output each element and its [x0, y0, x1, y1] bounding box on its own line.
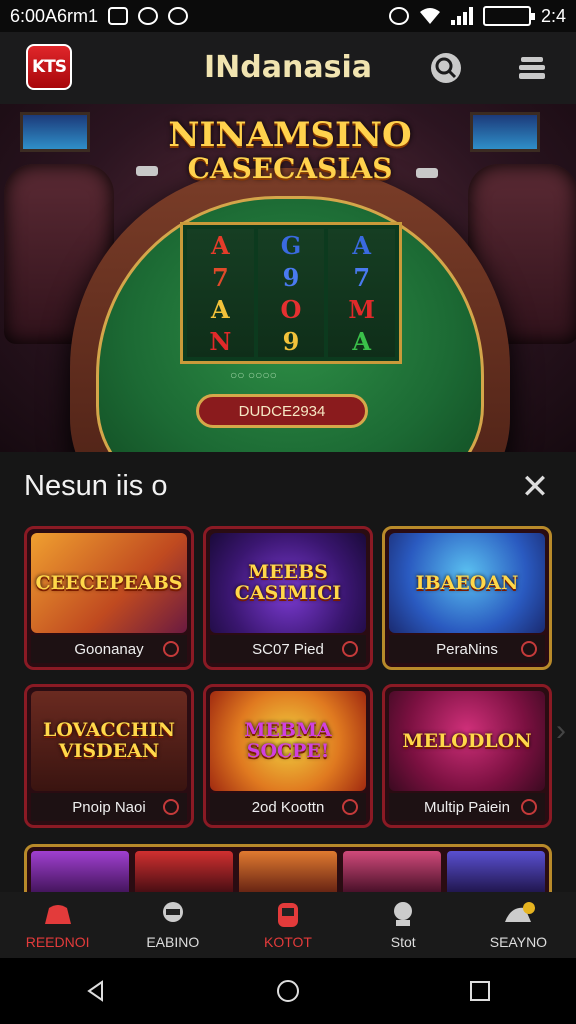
info-icon[interactable]: [163, 641, 179, 657]
game-thumb[interactable]: [239, 851, 337, 892]
info-icon[interactable]: [163, 799, 179, 815]
back-button[interactable]: [76, 971, 116, 1011]
game-art: MEBMA SOCPE!: [210, 691, 366, 791]
signal-icon: [450, 7, 473, 25]
nav-item-home[interactable]: REEDNOI: [0, 892, 115, 958]
app-title: INdanasia: [204, 50, 372, 85]
menu-icon: [519, 57, 545, 79]
info-icon[interactable]: [342, 799, 358, 815]
info-icon[interactable]: [521, 799, 537, 815]
table-markings: ○○ ○○○○: [230, 368, 277, 382]
game-art: LOVACCHIN VISDEAN: [31, 691, 187, 791]
game-card[interactable]: IBAEOAN PeraNins: [382, 526, 552, 670]
search-button[interactable]: [428, 50, 464, 86]
status-time: 6:00A6rm1: [10, 5, 99, 26]
game-art: IBAEOAN: [389, 533, 545, 633]
game-label: Pnoip Naoi: [31, 793, 187, 821]
robot-icon: [162, 902, 183, 922]
game-label: 2od Koottn: [210, 793, 366, 821]
game-art: CEECEPEABS: [31, 533, 187, 633]
status-bar: 6:00A6rm1 2:4: [0, 0, 576, 32]
nav-item-slot[interactable]: Stot: [346, 892, 461, 958]
wifi-icon: [419, 8, 440, 24]
chevron-right-icon[interactable]: ›: [556, 714, 566, 748]
hero-title: NINAMSINO CASECASIAS: [168, 115, 412, 185]
bottom-navigation: REEDNOI EABINO KOTOT Stot SEAYNO: [0, 892, 576, 958]
nav-item-seayno[interactable]: SEAYNO: [461, 892, 576, 958]
home-icon: [44, 905, 71, 924]
alarm-icon: [388, 7, 409, 25]
trophy-icon: [394, 902, 413, 926]
game-label: Goonanay: [31, 635, 187, 663]
profile-icon: [505, 902, 536, 922]
hero-banner[interactable]: NINAMSINO CASECASIAS A 7 A N G 9 O 9 A 7…: [0, 104, 576, 452]
nav-item-kotot[interactable]: KOTOT: [230, 892, 345, 958]
home-circle-icon: [277, 980, 299, 1002]
background-screen: [470, 112, 540, 152]
background-screen: [20, 112, 90, 152]
status-clock: 2:4: [540, 5, 566, 26]
game-art: MEEBS CASIMICI: [210, 533, 366, 633]
game-card[interactable]: LOVACCHIN VISDEAN Pnoip Naoi: [24, 684, 194, 828]
game-card[interactable]: MEBMA SOCPE! 2od Koottn: [203, 684, 373, 828]
game-thumb[interactable]: [135, 851, 233, 892]
hero-cta-button[interactable]: DUDCE2934: [196, 394, 368, 428]
game-thumb[interactable]: [343, 851, 441, 892]
reel: A 7 M A: [328, 229, 396, 357]
nav-item-casino[interactable]: EABINO: [115, 892, 230, 958]
slot-machine-icon: [278, 903, 298, 927]
battery-icon: [482, 6, 535, 26]
game-label: PeraNins: [389, 635, 545, 663]
info-icon[interactable]: [521, 641, 537, 657]
game-card[interactable]: CEECEPEABS Goonanay: [24, 526, 194, 670]
reel: A 7 A N: [187, 229, 254, 357]
menu-button[interactable]: [514, 50, 550, 86]
home-button[interactable]: [268, 971, 308, 1011]
system-navigation: [0, 958, 576, 1024]
panel-title: Nesun iis o: [24, 470, 168, 502]
notification-icon: [108, 7, 129, 25]
reel: G 9 O 9: [257, 229, 325, 357]
game-card[interactable]: MEEBS CASIMICI SC07 Pied: [203, 526, 373, 670]
game-grid: CEECEPEABS Goonanay MEEBS CASIMICI SC07 …: [24, 526, 552, 828]
app-notification-icon: [138, 7, 159, 25]
slot-reels: A 7 A N G 9 O 9 A 7 M A: [180, 222, 402, 364]
game-thumb[interactable]: [31, 851, 129, 892]
recents-icon: [470, 981, 490, 1001]
game-art: MELODLON: [389, 691, 545, 791]
search-icon: [431, 53, 461, 83]
game-notification-icon: [168, 7, 189, 25]
game-thumb[interactable]: [447, 851, 545, 892]
recents-button[interactable]: [460, 971, 500, 1011]
game-strip[interactable]: [24, 844, 552, 892]
app-header: KTS INdanasia: [0, 32, 576, 104]
back-icon: [87, 980, 103, 1002]
games-panel: Nesun iis o ✕ CEECEPEABS Goonanay MEEBS …: [0, 452, 576, 892]
game-card[interactable]: MELODLON Multip Paiein: [382, 684, 552, 828]
close-icon[interactable]: ✕: [518, 470, 552, 506]
info-icon[interactable]: [342, 641, 358, 657]
game-label: Multip Paiein: [389, 793, 545, 821]
game-label: SC07 Pied: [210, 635, 366, 663]
